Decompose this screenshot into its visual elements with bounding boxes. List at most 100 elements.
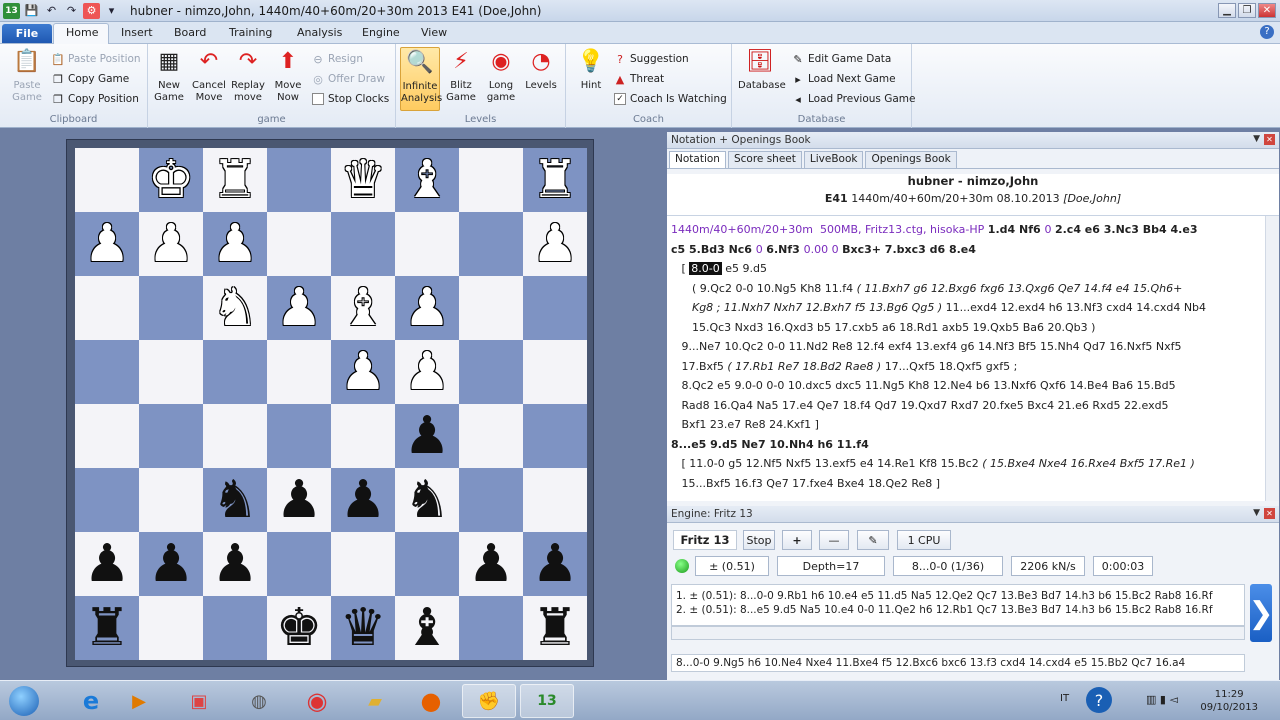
white-pawn-piece[interactable]: ♟ — [84, 218, 131, 270]
black-pawn-piece[interactable]: ♟ — [84, 538, 131, 590]
notation-segment[interactable]: 8.Qc2 e5 9.0-0 0-0 10.dxc5 dxc5 11.Ng5 K… — [671, 379, 1175, 392]
board-square[interactable]: ♟ — [267, 276, 331, 340]
board-square[interactable]: ♟ — [523, 532, 587, 596]
notation-segment[interactable]: ( 15.Bxe4 Nxe4 16.Rxe4 Bxf5 17.Re1 ) — [982, 457, 1195, 470]
notation-segment[interactable]: 1.d4 Nf6 — [988, 223, 1045, 236]
taskbar-fritz-client[interactable]: ✊ — [462, 684, 516, 718]
notation-line[interactable]: 8...e5 9.d5 Ne7 10.Nh4 h6 11.f4 — [671, 435, 1261, 455]
black-pawn-piece[interactable]: ♟ — [212, 538, 259, 590]
engine-settings-button[interactable]: ✎ — [857, 530, 889, 550]
engine-hscrollbar[interactable] — [671, 626, 1245, 640]
notation-segment[interactable]: e5 9.d5 — [722, 262, 767, 275]
white-bishop-piece[interactable]: ♝ — [404, 154, 451, 206]
notation-line[interactable]: 8.Qc2 e5 9.0-0 0-0 10.dxc5 dxc5 11.Ng5 K… — [671, 376, 1261, 396]
tab-file[interactable]: File — [2, 24, 52, 43]
panel-close-icon[interactable]: ✕ — [1264, 134, 1275, 145]
board-square[interactable]: ♟ — [395, 404, 459, 468]
white-bishop-piece[interactable]: ♝ — [340, 282, 387, 334]
notation-line[interactable]: 17.Bxf5 ( 17.Rb1 Re7 18.Bd2 Rae8 ) 17...… — [671, 357, 1261, 377]
white-pawn-piece[interactable]: ♟ — [276, 282, 323, 334]
notation-line[interactable]: Rad8 16.Qa4 Na5 17.e4 Qe7 18.f4 Qd7 19.Q… — [671, 396, 1261, 416]
board-square[interactable] — [523, 468, 587, 532]
board-square[interactable]: ♟ — [331, 468, 395, 532]
new-game-button[interactable]: ▦ New Game — [150, 47, 188, 104]
maximize-button[interactable]: ❐ — [1238, 3, 1256, 18]
infinite-analysis-button[interactable]: 🔍 Infinite Analysis — [400, 47, 442, 111]
white-queen-piece[interactable]: ♛ — [340, 154, 387, 206]
board-square[interactable] — [459, 340, 523, 404]
notation-body[interactable]: 1440m/40+60m/20+30m 500MB, Fritz13.ctg, … — [667, 216, 1279, 501]
database-button[interactable]: 🗄 Database — [738, 47, 786, 92]
offer-draw-button[interactable]: ◎ Offer Draw — [312, 73, 385, 86]
board-square[interactable]: ♛ — [331, 596, 395, 660]
long-game-button[interactable]: ◉ Long game — [482, 47, 520, 104]
board-square[interactable] — [267, 532, 331, 596]
resign-button[interactable]: ⊖ Resign — [312, 53, 363, 66]
notation-segment[interactable]: 8...e5 9.d5 Ne7 10.Nh4 h6 11.f4 — [671, 438, 869, 451]
stop-button[interactable]: Stop — [743, 530, 775, 550]
board-square[interactable]: ♚ — [267, 596, 331, 660]
close-button[interactable]: ✕ — [1258, 3, 1276, 18]
board-square[interactable] — [395, 212, 459, 276]
board-square[interactable]: ♞ — [203, 468, 267, 532]
notation-segment[interactable]: 6.Nf3 — [766, 243, 803, 256]
notation-segment[interactable]: 2.c4 e6 3.Nc3 Bb4 4.e3 — [1055, 223, 1198, 236]
black-knight-piece[interactable]: ♞ — [404, 474, 451, 526]
board-square[interactable]: ♟ — [203, 532, 267, 596]
remove-line-button[interactable]: — — [819, 530, 849, 550]
board-square[interactable] — [331, 532, 395, 596]
black-pawn-piece[interactable]: ♟ — [276, 474, 323, 526]
add-line-button[interactable]: + — [782, 530, 812, 550]
clock[interactable]: 11:29 09/10/2013 — [1200, 688, 1258, 714]
help-icon[interactable]: ? — [1260, 25, 1274, 39]
taskbar-firefox[interactable]: ● — [404, 684, 458, 718]
tab-view[interactable]: View — [421, 26, 447, 39]
board-square[interactable] — [203, 340, 267, 404]
panel-dropdown-icon[interactable]: ▼ — [1253, 134, 1260, 145]
quick-access-dropdown-icon[interactable]: ▾ — [103, 3, 120, 19]
board-square[interactable]: ♟ — [395, 276, 459, 340]
board-square[interactable]: ♟ — [75, 532, 139, 596]
notation-line[interactable]: 15.Qc3 Nxd3 16.Qxd3 b5 17.cxb5 a6 18.Rd1… — [671, 318, 1261, 338]
white-knight-piece[interactable]: ♞ — [212, 282, 259, 334]
paste-position-button[interactable]: 📋 Paste Position — [51, 53, 140, 66]
notation-scrollbar[interactable] — [1265, 216, 1279, 501]
white-rook-piece[interactable]: ♜ — [212, 154, 259, 206]
tray-icons[interactable]: ▥ ▮ ◅ — [1146, 693, 1178, 706]
board-square[interactable] — [75, 404, 139, 468]
tab-openings-book[interactable]: Openings Book — [865, 151, 957, 168]
copy-game-button[interactable]: ❐ Copy Game — [52, 73, 129, 86]
board-square[interactable]: ♝ — [395, 596, 459, 660]
board-square[interactable] — [203, 404, 267, 468]
board-square[interactable] — [459, 404, 523, 468]
threat-button[interactable]: ▲ Threat — [614, 73, 664, 86]
help-tray-icon[interactable]: ? — [1086, 687, 1112, 713]
notation-line[interactable]: 15...Bxf5 16.f3 Qe7 17.fxe4 Bxe4 18.Qe2 … — [671, 474, 1261, 494]
white-rook-piece[interactable]: ♜ — [532, 154, 579, 206]
taskbar-explorer[interactable]: ▰ — [348, 684, 402, 718]
notation-line[interactable]: Kg8 ; 11.Nxh7 Nxh7 12.Bxh7 f5 13.Bg6 Qg5… — [671, 298, 1261, 318]
notation-line[interactable]: c5 5.Bd3 Nc6 0 6.Nf3 0.00 0 Bxc3+ 7.bxc3… — [671, 240, 1261, 260]
selected-move[interactable]: 8.0-0 — [689, 262, 722, 275]
language-indicator[interactable]: IT — [1060, 693, 1069, 704]
board-square[interactable] — [267, 404, 331, 468]
board-square[interactable]: ♟ — [331, 340, 395, 404]
expand-arrow-icon[interactable]: ❯ — [1248, 584, 1274, 642]
chess-board[interactable]: ♚ ♜ ♛ ♝ ♜ ♟ ♟ ♟ ♟ ♞ ♟ ♝ ♟ ♟ ♟ ♟ ♞ ♟ ♟ ♞ ♟ ♟ ♟ ♟ ♟ ♜ ♚ ♛ ♝ ♜ — [75, 148, 587, 660]
edit-game-data-button[interactable]: ✎ Edit Game Data — [792, 53, 891, 66]
board-square[interactable] — [139, 468, 203, 532]
notation-segment[interactable]: ( 9.Qc2 0-0 10.Ng5 Kh8 11.f4 — [671, 282, 857, 295]
board-square[interactable] — [139, 340, 203, 404]
app-badge[interactable]: 13 — [3, 2, 20, 19]
black-pawn-piece[interactable]: ♟ — [340, 474, 387, 526]
tab-notation[interactable]: Notation — [669, 151, 726, 168]
black-queen-piece[interactable]: ♛ — [340, 602, 387, 654]
white-pawn-piece[interactable]: ♟ — [532, 218, 579, 270]
notation-segment[interactable]: ( 11.Bxh7 g6 12.Bxg6 fxg6 13.Qxg6 Qe7 14… — [857, 282, 1183, 295]
board-square[interactable] — [331, 404, 395, 468]
board-square[interactable] — [459, 148, 523, 212]
settings-icon[interactable]: ⚙ — [83, 2, 100, 19]
board-square[interactable] — [523, 276, 587, 340]
notation-segment[interactable]: 0 — [1044, 223, 1055, 236]
board-square[interactable]: ♟ — [459, 532, 523, 596]
